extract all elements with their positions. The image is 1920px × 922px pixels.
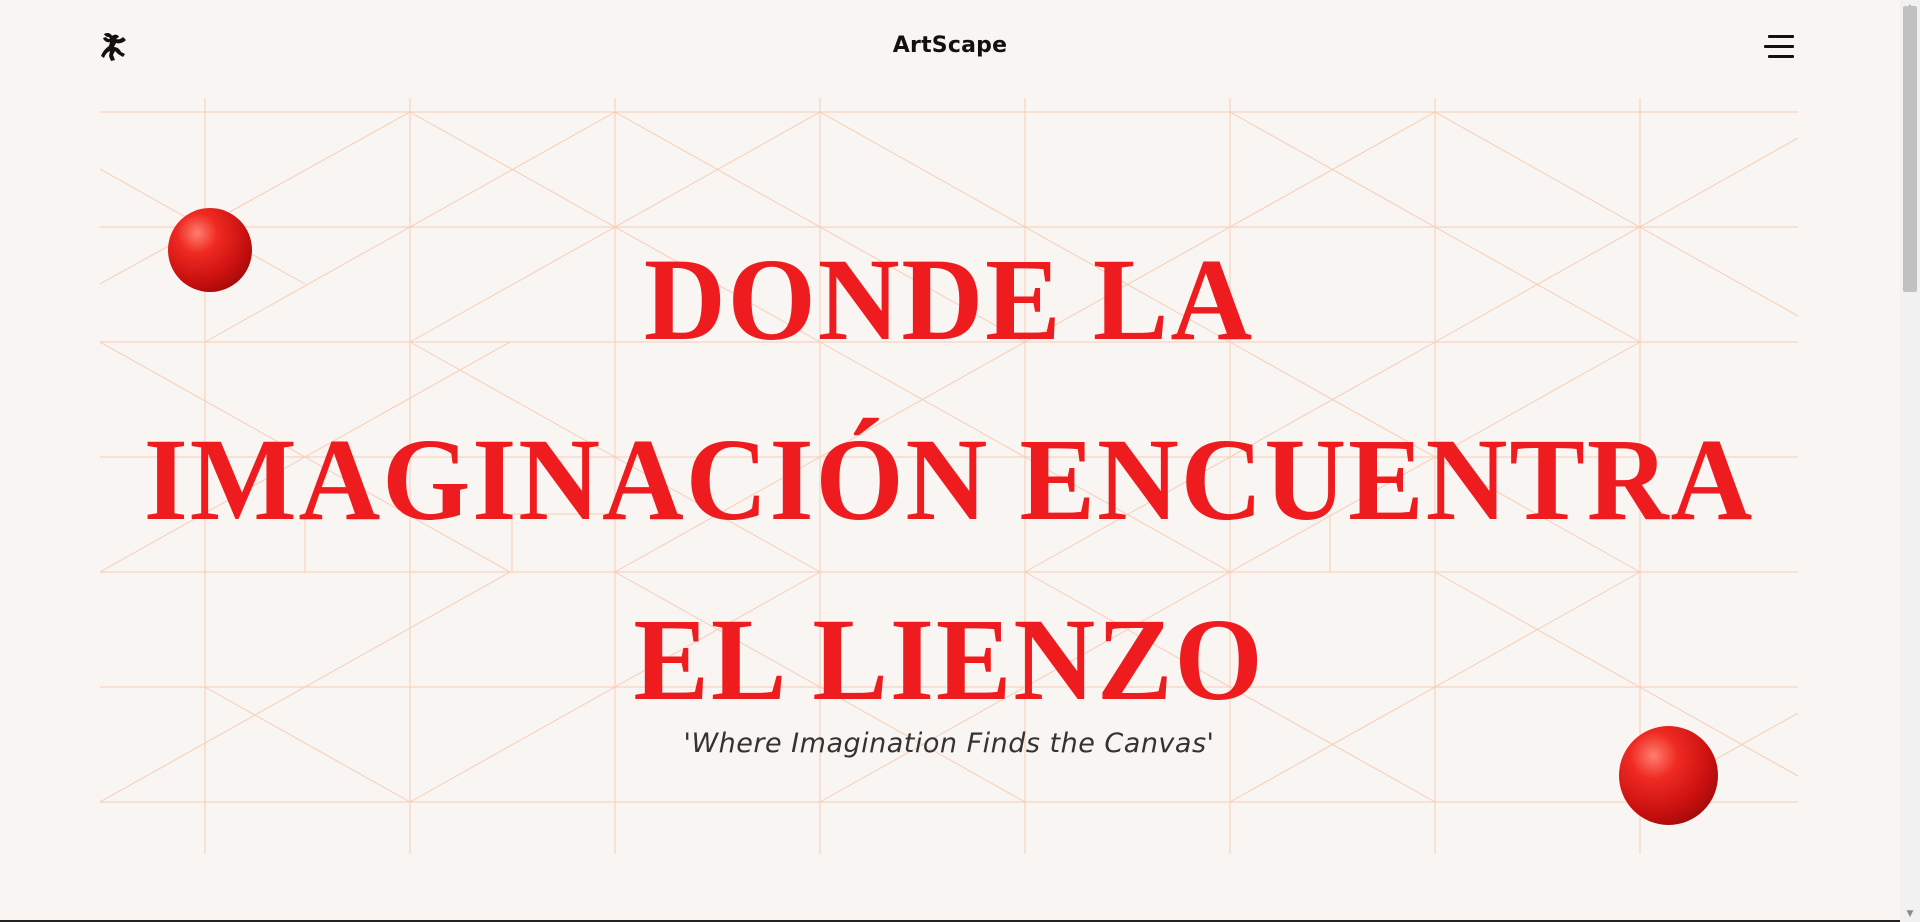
hero-subtitle: 'Where Imagination Finds the Canvas'	[683, 728, 1215, 759]
hero-title: DONDE LA IMAGINACIÓN ENCUENTRA EL LIENZO	[134, 210, 1764, 750]
brand-name[interactable]: ArtScape	[0, 33, 1900, 58]
hamburger-menu-icon[interactable]	[1764, 33, 1794, 59]
vertical-scrollbar[interactable]: ▲ ▼	[1900, 0, 1920, 922]
hero-title-line: IMAGINACIÓN ENCUENTRA	[143, 414, 1755, 545]
scrollbar-thumb[interactable]	[1903, 6, 1917, 292]
hero-title-line: EL LIENZO	[633, 594, 1265, 725]
site-header: ArtScape	[0, 0, 1900, 94]
scroll-down-arrow-icon[interactable]: ▼	[1900, 906, 1920, 922]
hero-title-line: DONDE LA	[643, 234, 1255, 365]
